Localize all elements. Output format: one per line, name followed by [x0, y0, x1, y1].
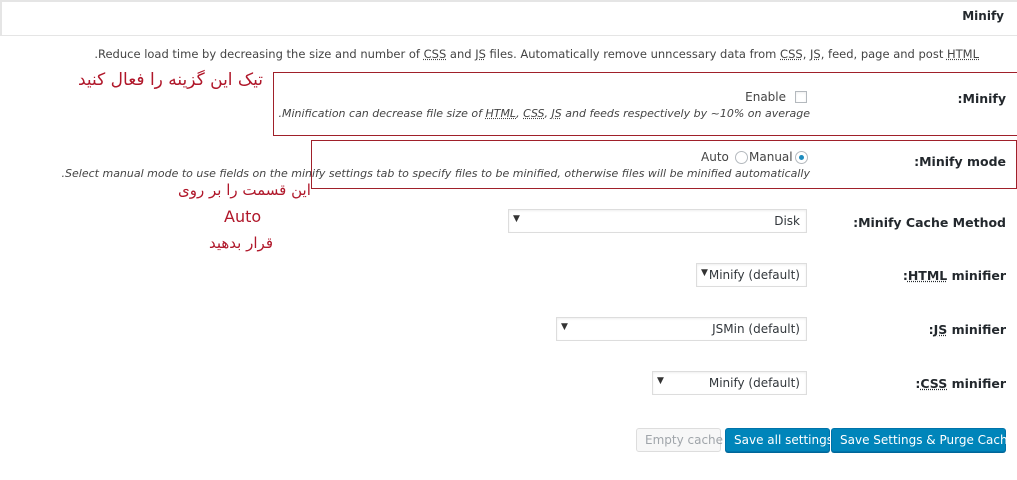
dropdown-arrow-icon: ▼	[513, 214, 520, 224]
minify-note-text: ,	[544, 107, 552, 120]
annotation-mode-hint-line2: Auto	[224, 207, 262, 226]
js-minifier-abbr: JS	[933, 322, 948, 337]
save-all-settings-button[interactable]: Save all settings	[725, 428, 833, 452]
js-minifier-label: JS minifier:	[929, 322, 1006, 337]
html-minifier-select[interactable]: Minify (default) ▼	[696, 263, 807, 287]
description-abbr-js: JS	[475, 47, 486, 61]
css-minifier-abbr: CSS	[920, 376, 948, 391]
top-border	[0, 0, 1017, 2]
mode-manual-radio[interactable]	[795, 151, 808, 164]
description-text: ,	[802, 47, 810, 61]
mode-auto-radio[interactable]	[735, 151, 748, 164]
description-text: Reduce load time by decreasing the size …	[98, 47, 424, 61]
mode-manual-label[interactable]: Manual	[749, 150, 793, 164]
highlight-box-minify-mode	[311, 140, 1017, 189]
minify-note-abbr-js: JS	[551, 107, 562, 120]
minify-note-abbr-html: HTML	[485, 107, 517, 120]
cache-method-label: Minify Cache Method:	[853, 215, 1006, 230]
left-border	[0, 0, 2, 35]
dropdown-arrow-icon: ▼	[561, 322, 568, 332]
css-minifier-select[interactable]: Minify (default) ▼	[652, 371, 807, 395]
annotation-mode-hint-line1: این قسمت را بر روی	[178, 181, 311, 199]
empty-cache-button[interactable]: Empty cache	[636, 428, 723, 452]
section-divider	[0, 35, 1017, 36]
description-text: files. Automatically remove unncessary d…	[485, 47, 781, 61]
description-abbr-js: JS	[810, 47, 821, 61]
dropdown-arrow-icon: ▼	[657, 376, 664, 386]
html-minifier-label: HTML minifier:	[903, 268, 1006, 283]
css-minifier-label: CSS minifier:	[915, 376, 1006, 391]
description-abbr-css: CSS	[780, 47, 803, 61]
minify-note-text: Minification can decrease file size of	[281, 107, 486, 120]
minify-enable-label: Enable	[745, 90, 786, 104]
annotation-mode-hint-line3: قرار بدهید	[209, 234, 273, 252]
description-text: , feed, page and post	[820, 47, 947, 61]
js-minifier-select[interactable]: JSMin (default) ▼	[556, 317, 807, 341]
minify-mode-label: Minify mode:	[914, 154, 1006, 169]
section-description: Reduce load time by decreasing the size …	[94, 47, 979, 61]
highlight-box-minify	[273, 72, 1017, 136]
section-title: Minify	[962, 9, 1004, 23]
description-text: and	[446, 47, 476, 61]
description-abbr-css: CSS	[423, 47, 447, 61]
js-minifier-value: JSMin (default)	[712, 322, 800, 336]
cache-method-select[interactable]: Disk ▼	[508, 209, 807, 233]
save-and-purge-button[interactable]: Save Settings & Purge Caches	[831, 428, 1017, 452]
annotation-enable-hint: تیک این گزینه را فعال کنید	[78, 70, 264, 90]
css-minifier-value: Minify (default)	[708, 376, 800, 390]
mode-auto-label[interactable]: Auto	[701, 150, 729, 164]
description-abbr-html: HTML	[946, 47, 979, 61]
minify-mode-note: Select manual mode to use fields on the …	[61, 167, 810, 180]
minify-note-abbr-css: CSS	[523, 107, 545, 120]
minify-enable-checkbox[interactable]	[795, 91, 807, 103]
minify-note: Minification can decrease file size of H…	[278, 107, 810, 120]
cache-method-value: Disk	[774, 214, 800, 228]
minify-label: Minify:	[957, 91, 1007, 106]
html-minifier-value: Minify (default)	[708, 268, 800, 282]
html-minifier-abbr: HTML	[907, 268, 948, 283]
dropdown-arrow-icon: ▼	[701, 268, 708, 278]
